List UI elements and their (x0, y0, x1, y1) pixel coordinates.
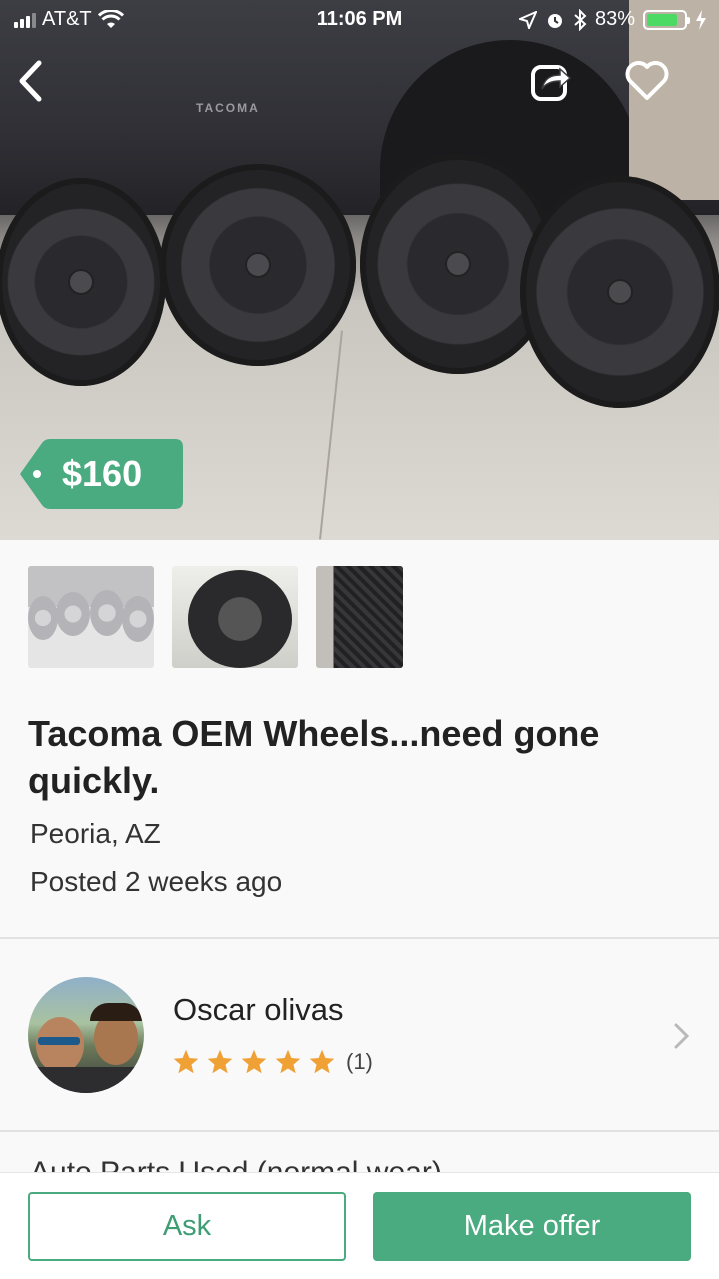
photo-thumbnails (28, 566, 403, 668)
star-icon (207, 1049, 233, 1074)
star-icon (173, 1049, 199, 1074)
ask-button[interactable]: Ask (28, 1192, 346, 1261)
seller-row[interactable]: Oscar olivas (1) (0, 940, 719, 1130)
seller-name[interactable]: Oscar olivas (173, 992, 344, 1028)
tire-image (520, 176, 719, 408)
charging-icon (696, 9, 706, 30)
divider (0, 937, 719, 939)
location-icon (518, 10, 537, 29)
tire-image (0, 178, 166, 386)
star-icon (275, 1049, 301, 1074)
thumbnail-3[interactable] (316, 566, 403, 668)
vehicle-badge: TACOMA (196, 101, 260, 115)
review-count: (1) (346, 1049, 373, 1074)
share-icon[interactable] (528, 58, 574, 104)
make-offer-button[interactable]: Make offer (373, 1192, 691, 1261)
divider (0, 1130, 719, 1132)
price-label: $160 (62, 453, 143, 494)
listing-title: Tacoma OEM Wheels...need gone quickly. (28, 713, 600, 801)
action-bar: Ask Make offer (0, 1172, 719, 1279)
alarm-icon (547, 13, 562, 28)
battery-percent: 83% (594, 8, 635, 30)
thumbnail-2[interactable] (172, 566, 298, 668)
chevron-right-icon[interactable] (672, 1022, 692, 1050)
bluetooth-icon (574, 8, 587, 31)
tire-image (160, 164, 356, 366)
thumbnail-1[interactable] (28, 566, 154, 668)
posted-time: Posted 2 weeks ago (30, 866, 283, 897)
seller-avatar[interactable] (28, 977, 144, 1093)
back-icon[interactable] (14, 58, 48, 104)
seller-rating: (1) (172, 1048, 373, 1076)
star-icon (309, 1049, 335, 1074)
battery-icon (643, 9, 690, 30)
star-icon (241, 1049, 267, 1074)
status-bar: AT&T 11:06 PM 83% (0, 0, 719, 40)
price-tag: $160 (20, 439, 183, 509)
favorite-heart-icon[interactable] (624, 58, 670, 104)
listing-location: Peoria, AZ (30, 818, 161, 849)
